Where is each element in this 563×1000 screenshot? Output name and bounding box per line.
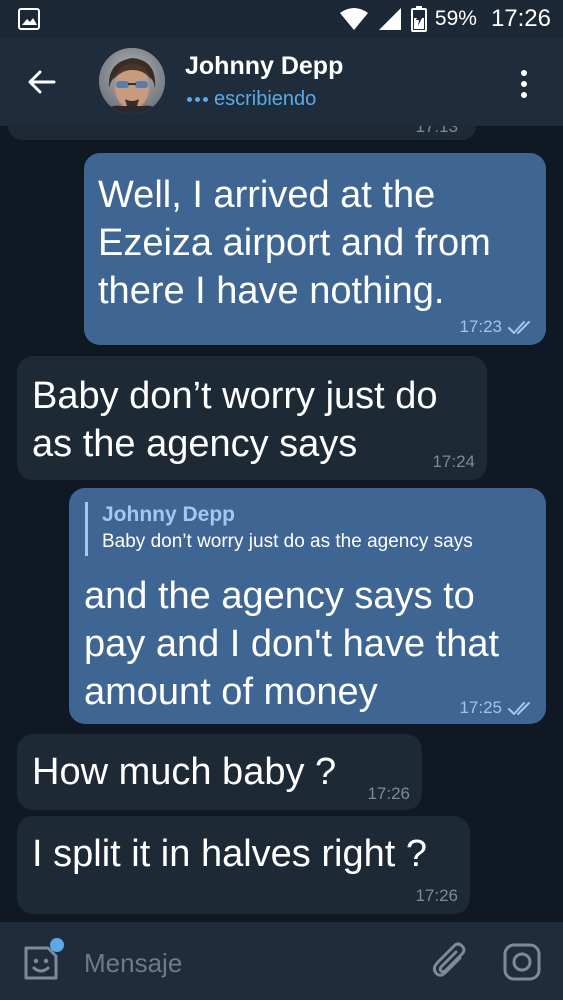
battery-percent: 59%	[434, 7, 477, 30]
paperclip-icon[interactable]	[430, 940, 470, 984]
message-list[interactable]: 17:13 Well, I arrived at the Ezeiza airp…	[0, 126, 563, 922]
previous-message-stub: 17:13	[8, 126, 476, 140]
message-composer	[0, 922, 563, 1000]
message-bubble-incoming[interactable]: Baby don’t worry just do as the agency s…	[17, 356, 487, 480]
message-text: Baby don’t worry just do as the agency s…	[32, 375, 438, 465]
chat-header: Johnny Depp escribiendo	[0, 38, 563, 126]
message-time: 17:23	[459, 317, 502, 336]
signal-icon	[378, 8, 401, 30]
previous-message-time: 17:13	[415, 126, 458, 136]
quoted-reply-author: Johnny Depp	[102, 503, 236, 526]
status-right: 59% 17:26	[339, 0, 551, 38]
message-time: 17:26	[367, 784, 410, 803]
contact-avatar[interactable]	[99, 48, 165, 114]
chat-screen: 59% 17:26 Johnny Depp escribiendo 17:13 …	[0, 0, 563, 1000]
message-text: How much baby ?	[32, 751, 337, 793]
message-text: and the agency says to pay and I don't h…	[84, 575, 500, 713]
new-sticker-badge	[50, 938, 64, 952]
more-vertical-icon-dot	[521, 92, 527, 98]
status-bar: 59% 17:26	[0, 0, 563, 38]
wifi-icon	[339, 8, 368, 30]
typing-dots-icon	[187, 97, 208, 102]
message-time: 17:26	[415, 886, 458, 905]
message-bubble-outgoing[interactable]: Well, I arrived at the Ezeiza airport an…	[84, 153, 546, 345]
more-vertical-icon	[521, 70, 527, 76]
message-bubble-outgoing-reply[interactable]: Johnny Depp Baby don’t worry just do as …	[69, 488, 546, 724]
camera-icon[interactable]	[502, 942, 542, 982]
gallery-icon	[18, 8, 40, 30]
typing-status-text: escribiendo	[214, 88, 317, 110]
quoted-reply[interactable]: Johnny Depp Baby don’t worry just do as …	[85, 502, 473, 556]
arrow-left-icon	[28, 70, 56, 94]
double-check-icon	[508, 321, 530, 334]
contact-name[interactable]: Johnny Depp	[185, 52, 343, 81]
message-text: Well, I arrived at the Ezeiza airport an…	[98, 174, 491, 312]
battery-icon	[410, 6, 427, 32]
more-vertical-icon-dot	[521, 81, 527, 87]
more-options-button[interactable]	[509, 66, 539, 102]
avatar-image	[99, 48, 165, 114]
message-input[interactable]	[82, 944, 416, 982]
double-check-icon	[508, 702, 530, 715]
status-clock: 17:26	[490, 5, 551, 32]
message-time: 17:25	[459, 698, 502, 717]
typing-status: escribiendo	[187, 88, 316, 111]
message-time: 17:24	[432, 452, 475, 471]
message-bubble-incoming[interactable]: I split it in halves right ? 17:26	[17, 816, 470, 914]
message-bubble-incoming[interactable]: How much baby ? 17:26	[17, 734, 422, 810]
message-text: I split it in halves right ?	[32, 833, 427, 875]
quoted-reply-text: Baby don’t worry just do as the agency s…	[102, 531, 473, 552]
back-button[interactable]	[22, 62, 62, 102]
